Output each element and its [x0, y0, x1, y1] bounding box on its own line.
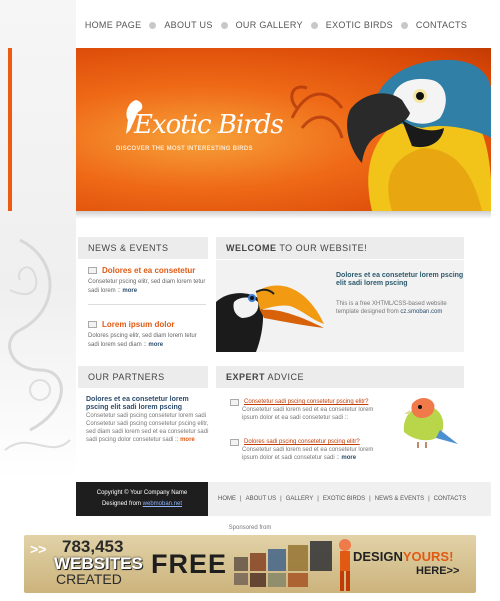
- news-list-icon: [88, 321, 97, 328]
- welcome-heading: WELCOME TO OUR WEBSITE!: [216, 237, 464, 259]
- sponsored-label: Sponsored from: [228, 525, 272, 531]
- expert-advice-heading: EXPERT ADVICE: [216, 366, 464, 388]
- partners-text: Consetetur sadi pscing consetetur lorem …: [86, 412, 210, 444]
- nav-our-gallery[interactable]: OUR GALLERY: [236, 20, 303, 30]
- news-list-icon: [88, 267, 97, 274]
- swirl-ornament-icon: [4, 238, 71, 451]
- ad-design-text: DESIGN: [353, 549, 403, 564]
- expert-item: Consetetur sadi pscing consetetur pscing…: [230, 398, 380, 422]
- top-navigation: HOME PAGE ABOUT US OUR GALLERY EXOTIC BI…: [76, 8, 476, 42]
- news-heading-text: NEWS & EVENTS: [88, 243, 169, 253]
- news-item-title[interactable]: Lorem ipsum dolor: [102, 320, 174, 329]
- news-item: Dolores et ea consetetur Consetetur psci…: [88, 266, 206, 296]
- footer-copyright: Copyright © Your Company Name Designed f…: [76, 482, 208, 516]
- advice-list-icon: [230, 438, 239, 446]
- footer-link-home[interactable]: HOME: [218, 496, 236, 502]
- banner-subtitle: DISCOVER THE MOST INTERESTING BIRDS: [116, 146, 253, 152]
- macaw-parrot-image: [347, 59, 491, 211]
- footer-link-exotic-birds[interactable]: EXOTIC BIRDS: [323, 496, 365, 502]
- news-item-text: Dolores pscing elitr, sed diam lorem tet…: [88, 333, 197, 348]
- copyright-text: Copyright © Your Company Name: [96, 490, 188, 496]
- welcome-link[interactable]: cz.smoban.com: [400, 309, 442, 315]
- news-item-text: Consetetur pscing elitr, sed diam lorem …: [88, 279, 206, 294]
- welcome-heading-strong: WELCOME: [226, 243, 277, 253]
- ad-yours-text: YOURS!: [402, 549, 454, 564]
- lovebird-image: [403, 398, 458, 448]
- banner-title: Exotic Birds: [134, 110, 284, 140]
- sponsor-ad-banner[interactable]: >> 783,453 WEBSITES CREATED FREE DESIGNY…: [24, 535, 476, 593]
- accent-bar: [8, 48, 12, 211]
- header-banner: Exotic Birds DISCOVER THE MOST INTERESTI…: [76, 48, 491, 211]
- nav-home-page[interactable]: HOME PAGE: [85, 20, 142, 30]
- template-thumbnails-image: [234, 541, 332, 587]
- expert-heading-strong: EXPERT: [226, 372, 266, 382]
- nav-separator-icon: [220, 21, 228, 29]
- ad-free: FREE: [151, 549, 228, 579]
- welcome-text: This is a free XHTML/CSS-based website t…: [336, 300, 456, 316]
- ad-here-link[interactable]: HERE>>: [416, 565, 459, 577]
- expert-item-title[interactable]: Dolores sadi pscing consetetur pscing el…: [244, 438, 360, 446]
- nav-separator-icon: [149, 21, 157, 29]
- nav-contacts[interactable]: CONTACTS: [416, 20, 467, 30]
- divider: [88, 304, 206, 305]
- news-item: Lorem ipsum dolor Dolores pscing elitr, …: [88, 320, 206, 350]
- footer-link-contacts[interactable]: CONTACTS: [434, 496, 467, 502]
- partners-heading: OUR PARTNERS: [78, 366, 208, 388]
- expert-item-title[interactable]: Consetetur sadi pscing consetetur pscing…: [244, 398, 368, 406]
- welcome-heading-rest: TO OUR WEBSITE!: [276, 243, 368, 253]
- expert-item: Dolores sadi pscing consetetur pscing el…: [230, 438, 380, 462]
- nav-exotic-birds[interactable]: EXOTIC BIRDS: [326, 20, 393, 30]
- news-events-heading: NEWS & EVENTS: [78, 237, 208, 259]
- expert-heading-rest: ADVICE: [265, 372, 305, 382]
- expert-item-text: Consetetur sadi lorem sed et ea consetet…: [242, 407, 374, 421]
- toucan-image: [216, 285, 324, 352]
- footer-link-news-events[interactable]: NEWS & EVENTS: [375, 496, 424, 502]
- nav-about-us[interactable]: ABOUT US: [164, 20, 212, 30]
- ad-arrows: >>: [30, 541, 47, 557]
- footer-navigation: HOME | ABOUT US | GALLERY | EXOTIC BIRDS | N…: [208, 482, 491, 516]
- partners-title[interactable]: Dolores et ea consetetur lorem pscing el…: [86, 396, 208, 412]
- expert-more-link[interactable]: more: [341, 455, 356, 461]
- partners-more-link[interactable]: more: [180, 437, 195, 443]
- news-more-link[interactable]: more: [122, 288, 137, 294]
- ad-design-yours: DESIGNYOURS!: [353, 549, 453, 564]
- mascot-figure-image: [339, 539, 351, 591]
- nav-separator-icon: [310, 21, 318, 29]
- designed-from-link[interactable]: webmoban.net: [143, 501, 182, 507]
- partners-heading-text: OUR PARTNERS: [88, 372, 165, 382]
- ad-created: CREATED: [56, 571, 122, 587]
- news-item-title[interactable]: Dolores et ea consetetur: [102, 266, 195, 275]
- designed-from-label: Designed from: [101, 501, 141, 507]
- banner-shadow: [76, 211, 491, 219]
- welcome-title: Dolores et ea consetetur lorem pscing el…: [336, 272, 464, 287]
- news-more-link[interactable]: more: [148, 342, 163, 348]
- footer-link-gallery[interactable]: GALLERY: [286, 496, 314, 502]
- nav-separator-icon: [400, 21, 408, 29]
- footer-link-about-us[interactable]: ABOUT US: [246, 496, 277, 502]
- advice-list-icon: [230, 398, 239, 406]
